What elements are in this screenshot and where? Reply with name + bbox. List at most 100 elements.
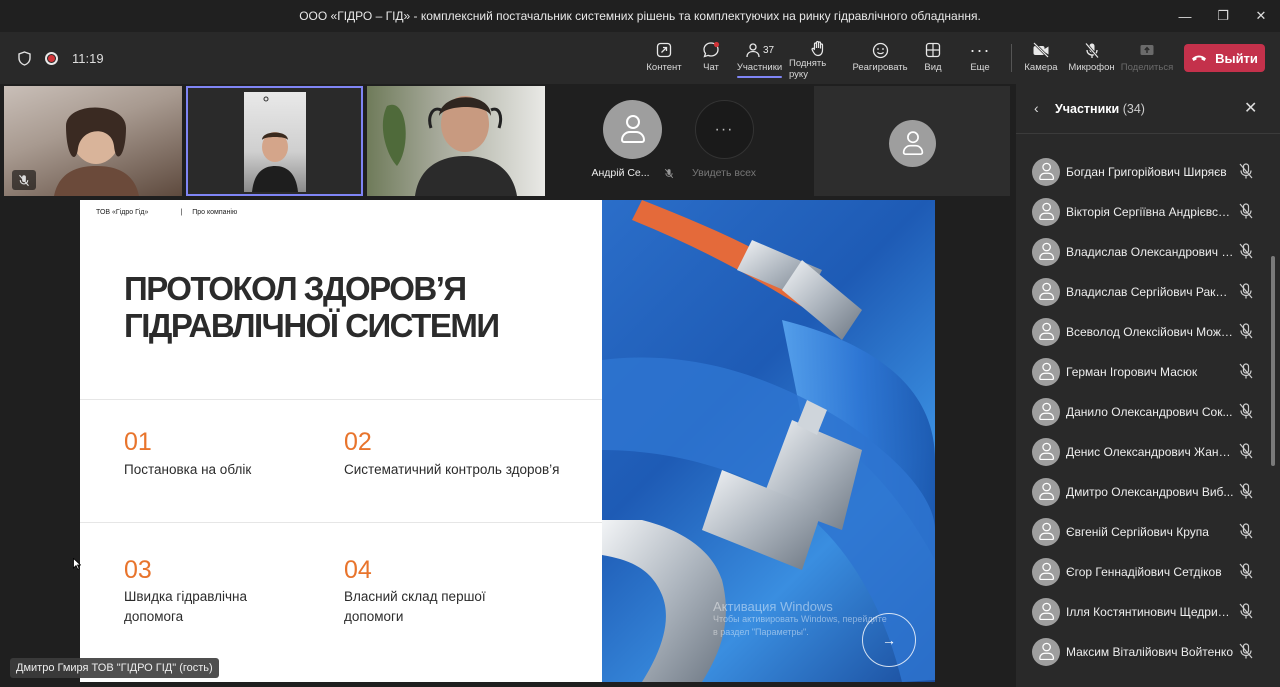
share-screen-icon xyxy=(656,38,672,62)
avatar xyxy=(1032,198,1060,226)
participant-row[interactable]: Владислав Сергійович Ракит... xyxy=(1016,272,1270,312)
share-tray-icon xyxy=(1139,38,1155,62)
item-number-04: 04 xyxy=(344,556,372,584)
participant-row[interactable]: Євгеній Сергійович Крупа xyxy=(1016,512,1270,552)
more-icon: ··· xyxy=(969,39,991,60)
participant-row[interactable]: Єгор Геннадійович Сетдіков xyxy=(1016,552,1270,592)
video-tile-participant-3[interactable] xyxy=(367,86,545,196)
participant-name: Ілля Костянтинович Щедрин... xyxy=(1066,605,1234,619)
participant-row[interactable]: Дмитро Олександрович Виб... xyxy=(1016,472,1270,512)
person-icon xyxy=(1037,441,1055,462)
video-tile-participant-1[interactable] xyxy=(4,86,182,196)
mic-off-icon xyxy=(1239,283,1253,299)
participant-name: Всеволод Олексійович Може... xyxy=(1066,325,1234,339)
hand-icon xyxy=(810,38,826,58)
person-icon xyxy=(1037,241,1055,262)
see-all-label: Увидеть всех xyxy=(692,167,756,179)
meeting-time: 11:19 xyxy=(72,50,104,66)
avatar-tile-name: Андрій Се... xyxy=(591,167,650,179)
participant-name: Богдан Григорійович Ширяєв xyxy=(1066,165,1227,179)
window-title: ООО «ГІДРО – ГІД» - комплексний постачал… xyxy=(299,9,981,23)
participant-row[interactable]: Богдан Григорійович Ширяєв xyxy=(1016,152,1270,192)
item-number-02: 02 xyxy=(344,428,372,456)
leave-button[interactable]: Выйти xyxy=(1184,44,1265,72)
minimize-icon[interactable]: — xyxy=(1166,0,1204,32)
participant-name: Владислав Олександрович Б... xyxy=(1066,245,1234,259)
participants-panel-header: ‹ Участники (34) ✕ xyxy=(1016,84,1280,134)
camera-button[interactable]: Камера xyxy=(1024,38,1058,80)
item-number-01: 01 xyxy=(124,428,152,456)
shield-icon[interactable] xyxy=(18,50,31,66)
avatar xyxy=(1032,558,1060,586)
participants-scrollbar[interactable] xyxy=(1271,256,1275,466)
more-button[interactable]: ··· Еще xyxy=(970,38,990,80)
see-all-tile[interactable]: ··· Увидеть всех xyxy=(680,86,768,196)
person-icon xyxy=(1037,401,1055,422)
participant-name: Герман Ігорович Масюк xyxy=(1066,365,1198,379)
chat-button[interactable]: Чат xyxy=(700,38,722,80)
react-button[interactable]: Реагировать xyxy=(852,38,908,80)
person-icon xyxy=(1037,281,1055,302)
slide-header: ТОВ «Гідро Гід» | Про компанію xyxy=(96,209,237,216)
slide-company: ТОВ «Гідро Гід» xyxy=(96,209,149,216)
mic-off-icon xyxy=(1239,323,1253,339)
video-tile-active-speaker[interactable] xyxy=(186,86,363,196)
person-icon xyxy=(618,113,648,147)
chat-icon xyxy=(702,38,720,62)
person-icon xyxy=(1037,521,1055,542)
chevron-left-icon[interactable]: ‹ xyxy=(1034,100,1039,116)
close-icon[interactable]: ✕ xyxy=(1244,98,1257,118)
windows-activation-watermark: Активация Windows Чтобы активировать Win… xyxy=(713,599,887,637)
item-text-03: Швидка гідравлічна допомога xyxy=(124,589,247,624)
mic-off-icon xyxy=(1239,243,1253,259)
avatar xyxy=(1032,398,1060,426)
mouse-cursor-icon xyxy=(73,558,81,570)
participant-row[interactable]: Максим Віталійович Войтенко xyxy=(1016,632,1270,672)
speaker-video-frame xyxy=(244,92,306,192)
microphone-button[interactable]: Микрофон xyxy=(1068,38,1115,80)
people-icon: 37 xyxy=(745,38,774,62)
participant-row[interactable]: Всеволод Олексійович Може... xyxy=(1016,312,1270,352)
restore-icon[interactable]: ❐ xyxy=(1204,0,1242,32)
participant-row[interactable]: Герман Ігорович Масюк xyxy=(1016,352,1270,392)
mic-off-icon xyxy=(1239,483,1253,499)
participant-row[interactable]: Данило Олександрович Сок... xyxy=(1016,392,1270,432)
avatar xyxy=(1032,358,1060,386)
avatar xyxy=(1032,598,1060,626)
avatar xyxy=(889,120,936,167)
avatar-tile-empty[interactable] xyxy=(814,86,1010,196)
speaker-video-silhouette xyxy=(252,96,298,192)
participant-row[interactable]: Вікторія Сергіївна Андрієвська xyxy=(1016,192,1270,232)
share-button[interactable]: Поделиться xyxy=(1121,38,1173,80)
avatar xyxy=(1032,238,1060,266)
content-button[interactable]: Контент xyxy=(646,38,682,80)
participant-row[interactable]: Ілля Костянтинович Щедрин... xyxy=(1016,592,1270,632)
hang-up-icon xyxy=(1192,55,1207,61)
participants-panel-title: Участники (34) xyxy=(1055,102,1145,116)
participant-row[interactable]: Денис Олександрович Жанд... xyxy=(1016,432,1270,472)
meeting-status: 11:19 xyxy=(18,32,104,84)
view-button[interactable]: Вид xyxy=(922,38,944,80)
window-titlebar: ООО «ГІДРО – ГІД» - комплексний постачал… xyxy=(0,0,1280,32)
participants-button[interactable]: 37 Участники xyxy=(737,38,782,80)
item-text-01: Постановка на облік xyxy=(124,462,252,477)
mic-off-icon xyxy=(1239,443,1253,459)
item-text-02: Систематичний контроль здоров’я xyxy=(344,462,560,477)
avatar xyxy=(1032,478,1060,506)
avatar-tile-andrii[interactable]: Андрій Се... xyxy=(585,86,680,196)
close-window-icon[interactable]: ✕ xyxy=(1242,0,1280,32)
mic-off-icon xyxy=(1239,563,1253,579)
smiley-icon xyxy=(872,38,889,62)
person-icon xyxy=(1037,361,1055,382)
slide-left-panel: ТОВ «Гідро Гід» | Про компанію ПРОТОКОЛ … xyxy=(80,200,602,682)
participant-name: Денис Олександрович Жанд... xyxy=(1066,445,1234,459)
raise-hand-button[interactable]: Поднять руку xyxy=(789,38,847,80)
avatar xyxy=(1032,278,1060,306)
mic-off-icon xyxy=(1239,163,1253,179)
person-icon xyxy=(1037,481,1055,502)
participant-row[interactable]: Владислав Олександрович Б... xyxy=(1016,232,1270,272)
participants-panel: ‹ Участники (34) ✕ Богдан Григорійович Ш… xyxy=(1016,84,1280,687)
avatar xyxy=(1032,438,1060,466)
person-icon xyxy=(900,129,926,158)
participant-name: Вікторія Сергіївна Андрієвська xyxy=(1066,205,1234,219)
